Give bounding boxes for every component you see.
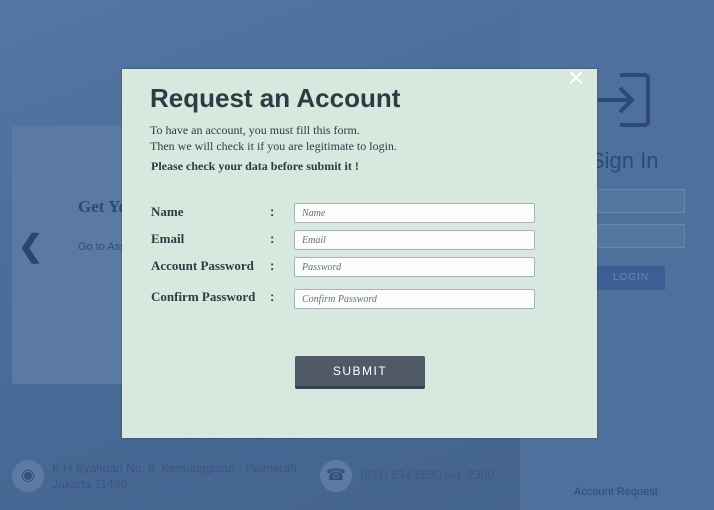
account-request-link[interactable]: Account Request [574,486,658,498]
card-text: Go to Assignment Section and take the ta… [78,241,123,253]
modal-title: Request an Account [150,83,401,113]
name-colon: : [270,204,275,219]
name-field[interactable] [294,203,535,223]
intro-line-1: To have an account, you must fill this f… [150,123,360,137]
email-label: Email [151,231,185,246]
login-button[interactable]: LOGIN [597,266,665,290]
confirm-password-field[interactable] [294,289,535,309]
login-username-input[interactable] [597,189,685,213]
location-icon: ◉ [12,460,44,492]
name-label: Name [151,204,184,219]
login-title: Sign In [590,148,659,173]
confirm-password-label: Confirm Password [151,289,256,304]
confirm-password-colon: : [270,289,275,304]
address-line2: Jakarta 11480 [52,477,128,491]
login-password-input[interactable] [597,224,685,248]
phone-icon: ☎ [320,460,352,492]
request-account-modal: × Request an Account To have an account,… [122,64,597,438]
check-note: Please check your data before submit it … [151,159,359,173]
email-colon: : [270,231,275,246]
intro-line-2: Then we will check it if you are legitim… [150,139,397,153]
account-password-label: Account Password [151,258,254,273]
address-line1: K.H Syahdan No. 9, Kemanggisan - Palmera… [52,461,297,475]
chevron-left-icon[interactable]: ❮ [18,232,43,262]
account-password-colon: : [270,258,275,273]
submit-button[interactable]: SUBMIT [295,356,425,389]
email-field[interactable] [294,230,535,250]
phone-number: (021) 534 5830 ext. 2300 [360,468,495,482]
close-icon[interactable]: × [563,64,589,92]
login-icon [598,73,650,127]
modal-intro: To have an account, you must fill this f… [150,122,397,154]
password-field[interactable] [294,257,535,277]
